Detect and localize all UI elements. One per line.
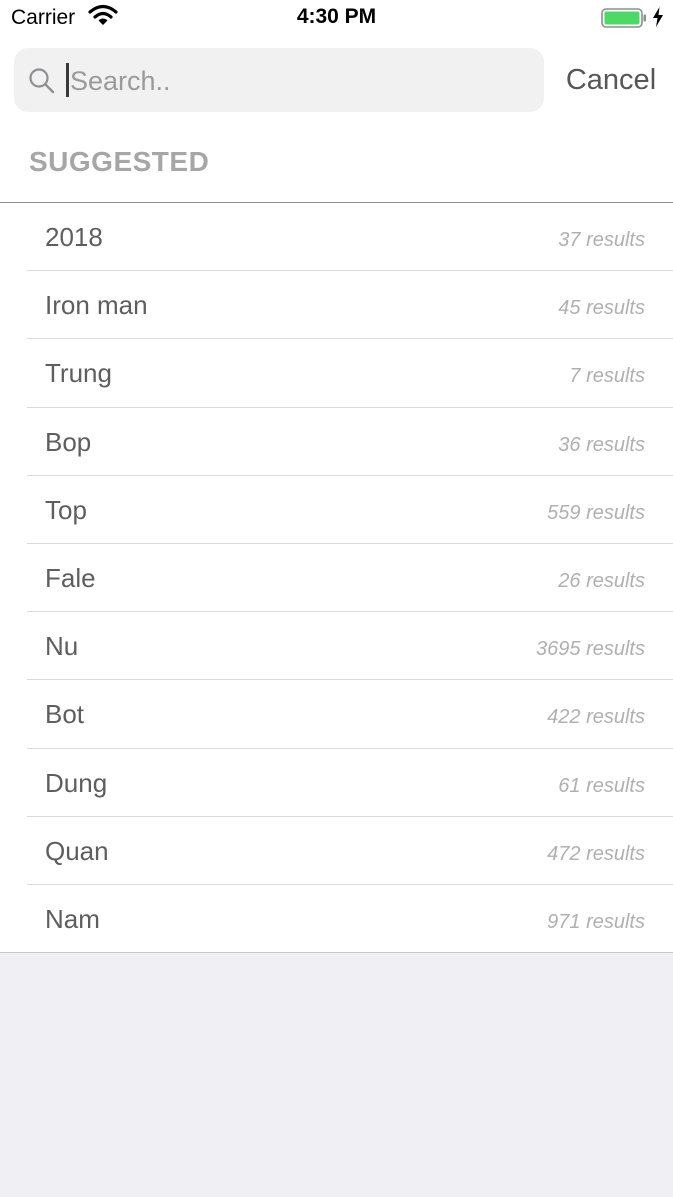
suggestion-row[interactable]: 2018 37 results <box>0 203 673 272</box>
suggestion-count: 559 results <box>547 501 645 524</box>
suggestion-row[interactable]: Nu 3695 results <box>0 612 673 681</box>
charging-icon <box>653 7 663 27</box>
battery-icon <box>601 8 646 28</box>
suggestion-row[interactable]: Top 559 results <box>0 476 673 544</box>
suggestion-row[interactable]: Bop 36 results <box>0 408 673 476</box>
suggestion-label: Bop <box>45 426 92 457</box>
suggestion-label: Quan <box>45 835 109 866</box>
suggestion-count: 472 results <box>547 842 645 865</box>
suggestion-row[interactable]: Iron man 45 results <box>0 271 673 340</box>
suggestion-count: 36 results <box>558 433 645 456</box>
suggestion-label: 2018 <box>45 222 103 252</box>
suggestion-row[interactable]: Dung 61 results <box>0 749 673 817</box>
row-divider <box>0 952 673 954</box>
suggestion-count: 37 results <box>558 229 645 251</box>
suggestion-label: Trung <box>45 358 112 389</box>
section-header-suggested: SUGGESTED <box>29 146 210 177</box>
suggestion-row[interactable]: Bot 422 results <box>0 680 673 749</box>
cancel-button[interactable]: Cancel <box>556 60 666 100</box>
search-bar[interactable] <box>14 48 544 112</box>
suggestion-label: Nu <box>45 631 79 662</box>
suggestion-label: Bot <box>45 699 85 730</box>
suggestion-label: Nam <box>45 903 100 934</box>
suggestion-count: 971 results <box>547 910 645 933</box>
suggestion-count: 3695 results <box>536 638 645 661</box>
suggestion-count: 7 results <box>569 365 645 388</box>
search-screen: Carrier 4:30 PM Cancel SUGGESTED 2018 37… <box>0 0 673 954</box>
suggestion-count: 61 results <box>558 774 645 797</box>
suggestion-row[interactable]: Fale 26 results <box>0 544 673 613</box>
suggestion-count: 45 results <box>558 297 645 320</box>
suggestion-list: 2018 37 results Iron man 45 results Trun… <box>0 203 673 954</box>
suggestion-label: Dung <box>45 767 108 798</box>
status-bar: Carrier 4:30 PM <box>0 0 673 38</box>
status-time: 4:30 PM <box>296 5 377 28</box>
suggestion-count: 26 results <box>558 569 645 592</box>
search-input[interactable] <box>68 54 532 108</box>
suggestion-row[interactable]: Trung 7 results <box>0 339 673 408</box>
suggestion-row[interactable]: Quan 472 results <box>0 817 673 885</box>
suggestion-row[interactable]: Nam 971 results <box>0 885 673 954</box>
search-icon <box>29 68 55 94</box>
suggestion-count: 422 results <box>547 706 645 729</box>
suggestion-label: Iron man <box>45 290 148 321</box>
suggestion-label: Top <box>45 494 87 525</box>
suggestion-label: Fale <box>45 562 96 593</box>
